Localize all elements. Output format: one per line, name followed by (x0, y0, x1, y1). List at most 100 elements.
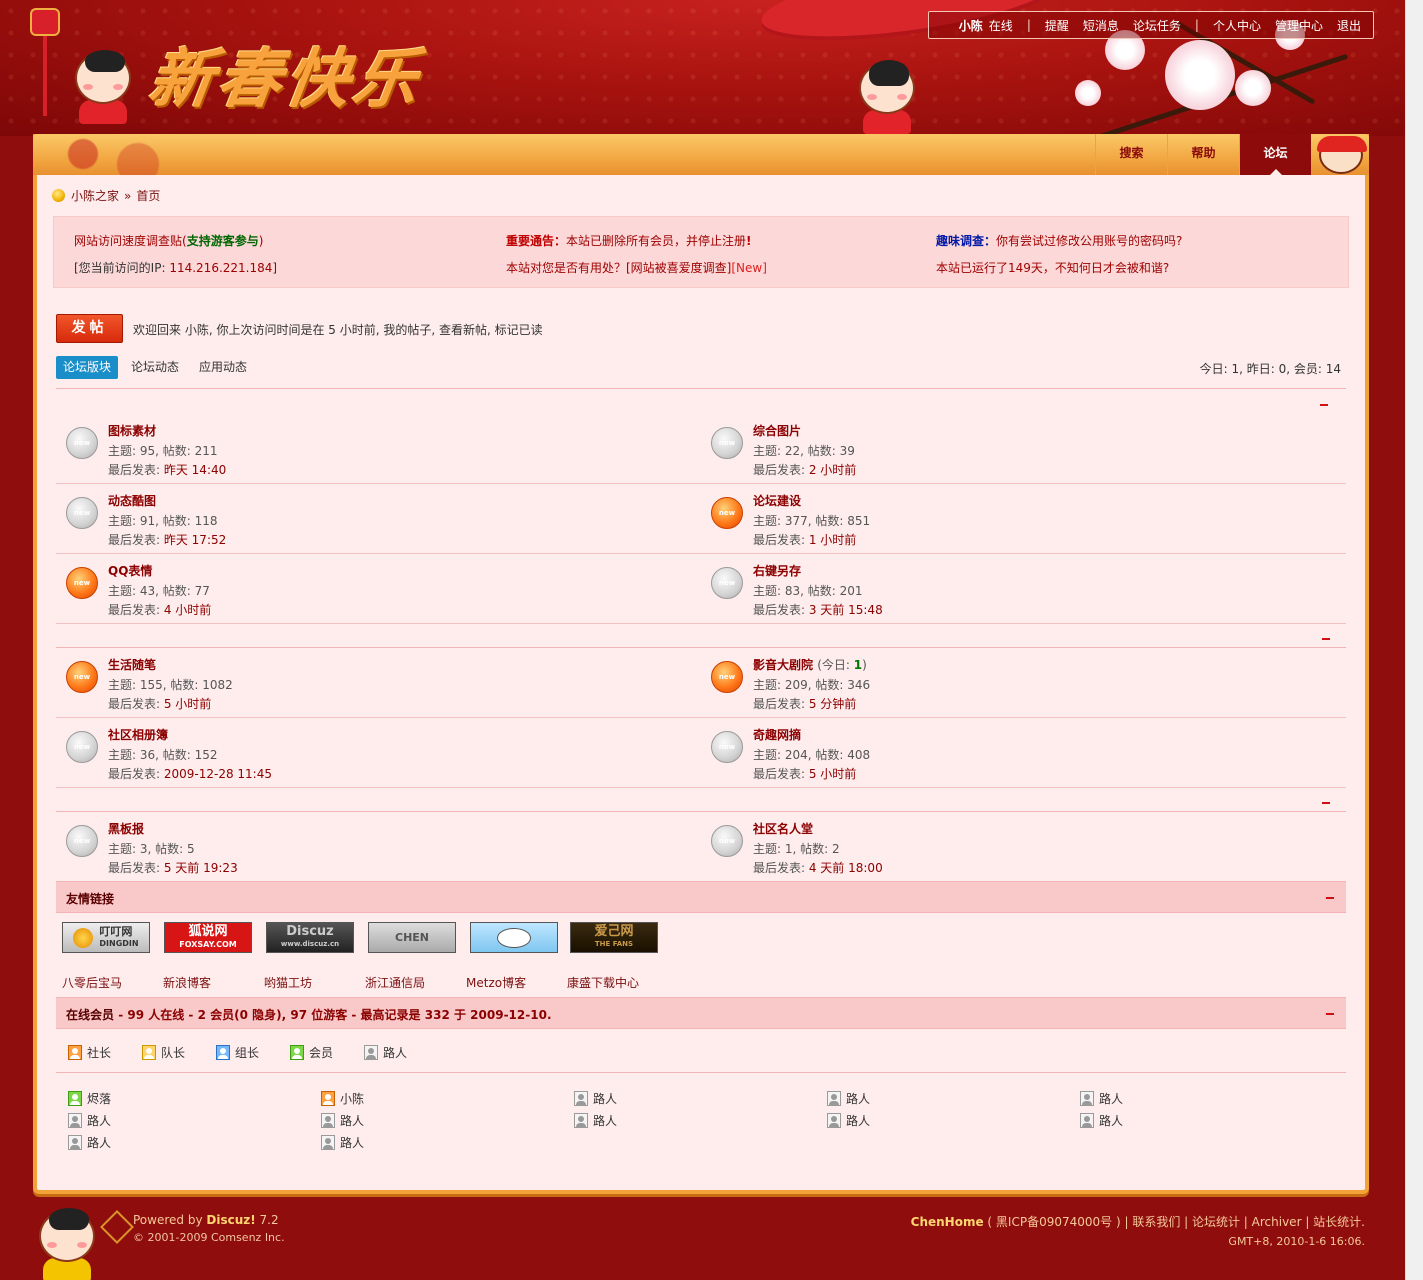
forum-cell[interactable]: new 动态酷图 主题: 91, 帖数: 118 最后发表: 昨天 17:52 (56, 486, 696, 552)
forum-cell[interactable]: new 社区相册簿 主题: 36, 帖数: 152 最后发表: 2009-12-28 … (56, 720, 696, 786)
link-logo-pig[interactable] (470, 922, 558, 953)
profile-link[interactable]: 个人中心 (1213, 17, 1261, 34)
tab-app-activity[interactable]: 应用动态 (192, 356, 254, 379)
forum-cell[interactable]: new 奇趣网摘 主题: 204, 帖数: 408 最后发表: 5 小时前 (701, 720, 1341, 786)
online-user[interactable]: 路人 (574, 1112, 617, 1129)
online-user[interactable]: 路人 (1080, 1112, 1123, 1129)
online-user[interactable]: 路人 (827, 1112, 870, 1129)
user-role-icon (574, 1091, 588, 1106)
new-posts-link[interactable]: 查看新帖, (439, 323, 491, 337)
collapse-icon[interactable] (1322, 638, 1330, 640)
forum-name-link[interactable]: 右键另存 (753, 562, 801, 579)
forum-status-icon: new (711, 567, 743, 599)
discuz-link[interactable]: Discuz! (206, 1213, 255, 1227)
link-logo-fans[interactable]: 爱己网 THE FANS (570, 922, 658, 953)
text-link[interactable]: 浙江通信局 (365, 974, 425, 991)
link-logo-chen[interactable]: CHEN (368, 922, 456, 953)
forum-name-link[interactable]: 奇趣网摘 (753, 726, 801, 743)
tab-forum-boards[interactable]: 论坛版块 (56, 356, 119, 379)
row-divider (56, 483, 1346, 484)
forum-cell[interactable]: new 黑板报 主题: 3, 帖数: 5 最后发表: 5 天前 19:23 (56, 814, 696, 880)
forum-name-link[interactable]: 影音大剧院 (今日: 1) (753, 656, 867, 673)
logout-link[interactable]: 退出 (1337, 17, 1361, 34)
text-link[interactable]: 哟猫工坊 (264, 974, 312, 991)
collapse-icon[interactable] (1320, 404, 1328, 406)
forum-cell[interactable]: new 综合图片 主题: 22, 帖数: 39 最后发表: 2 小时前 (701, 416, 1341, 482)
forum-cell[interactable]: new 图标素材 主题: 95, 帖数: 211 最后发表: 昨天 14:40 (56, 416, 696, 482)
link-logo-discuz[interactable]: Discuz www.discuz.cn (266, 922, 354, 953)
forum-status-icon: new (66, 661, 98, 693)
tasks-link[interactable]: 论坛任务 (1133, 17, 1181, 34)
forum-cell[interactable]: new QQ表情 主题: 43, 帖数: 77 最后发表: 4 小时前 (56, 556, 696, 622)
forum-name-link[interactable]: 社区相册簿 (108, 726, 168, 743)
link-logo-foxsay[interactable]: 狐说网 FOXSAY.COM (164, 922, 252, 953)
link-logo-dingdin[interactable]: 叮叮网 DINGDIN (62, 922, 150, 953)
forum-name-link[interactable]: 社区名人堂 (753, 820, 813, 837)
remind-link[interactable]: 提醒 (1045, 17, 1069, 34)
menu-help[interactable]: 帮助 (1167, 134, 1239, 175)
announcement-fun[interactable]: 趣味调查：你有尝试过修改公用账号的密码吗? (936, 232, 1182, 249)
baby-mascot-icon (72, 50, 134, 124)
username-link[interactable]: 小陈 (959, 17, 983, 34)
user-role-icon (142, 1045, 156, 1060)
forum-stats: 主题: 91, 帖数: 118 (108, 514, 218, 528)
forum-name-link[interactable]: 生活随笔 (108, 656, 156, 673)
nav-separator: | (1194, 18, 1199, 32)
forum-status-icon: new (66, 497, 98, 529)
menu-forum[interactable]: 论坛 (1239, 134, 1311, 175)
forum-cell[interactable]: new 社区名人堂 主题: 1, 帖数: 2 最后发表: 4 天前 18:00 (701, 814, 1341, 880)
forum-cell[interactable]: new 右键另存 主题: 83, 帖数: 201 最后发表: 3 天前 15:48 (701, 556, 1341, 622)
online-user[interactable]: 路人 (68, 1134, 111, 1151)
nav-separator: | (1026, 18, 1031, 32)
forum-name-link[interactable]: 图标素材 (108, 422, 156, 439)
forum-cell[interactable]: new 影音大剧院 (今日: 1) 主题: 209, 帖数: 346 最后发表: 5 … (701, 650, 1341, 716)
user-role-icon (1080, 1113, 1094, 1128)
menu-search[interactable]: 搜索 (1095, 134, 1167, 175)
tab-forum-activity[interactable]: 论坛动态 (124, 356, 186, 379)
online-user[interactable]: 路人 (321, 1112, 364, 1129)
text-link[interactable]: 康盛下载中心 (567, 974, 639, 991)
online-user[interactable]: 路人 (574, 1090, 617, 1107)
announcement-useful[interactable]: 本站对您是否有用处？[网站被喜爱度调查][New] (506, 259, 767, 276)
text-link[interactable]: 八零后宝马 (62, 974, 122, 991)
forum-cell[interactable]: new 论坛建设 主题: 377, 帖数: 851 最后发表: 1 小时前 (701, 486, 1341, 552)
collapse-icon[interactable] (1326, 897, 1334, 899)
footer-brand-link[interactable]: ChenHome (911, 1215, 984, 1229)
role-legend-item: 会员 (290, 1044, 333, 1061)
forum-name-link[interactable]: 论坛建设 (753, 492, 801, 509)
text-link[interactable]: Metzo博客 (466, 974, 526, 991)
forum-name-link[interactable]: 黑板报 (108, 820, 144, 837)
online-user[interactable]: 烬落 (68, 1090, 111, 1107)
forum-name-link[interactable]: 综合图片 (753, 422, 801, 439)
online-user[interactable]: 路人 (68, 1112, 111, 1129)
home-dot-icon (52, 189, 65, 202)
new-post-button[interactable]: 发帖 (56, 314, 123, 343)
collapse-icon[interactable] (1322, 802, 1330, 804)
collapse-icon[interactable] (1326, 1013, 1334, 1015)
forum-cell[interactable]: new 生活随笔 主题: 155, 帖数: 1082 最后发表: 5 小时前 (56, 650, 696, 716)
role-legend-item: 组长 (216, 1044, 259, 1061)
online-user[interactable]: 路人 (1080, 1090, 1123, 1107)
footer-powered: Powered by Discuz! 7.2 © 2001-2009 Comse… (133, 1213, 285, 1244)
forum-status-icon: new (711, 661, 743, 693)
announcement-notice[interactable]: 重要通告：本站已删除所有会员，并停止注册! (506, 232, 752, 249)
group-divider (56, 811, 1346, 812)
mark-read-link[interactable]: 标记已读 (495, 323, 543, 337)
page-scrollbar[interactable] (1405, 0, 1423, 1280)
my-posts-link[interactable]: 我的帖子, (383, 323, 435, 337)
announcement-survey[interactable]: 网站访问速度调查贴(支持游客参与) (74, 232, 263, 249)
breadcrumb-home[interactable]: 小陈之家 (71, 187, 119, 204)
footer-links[interactable]: ( 黑ICP备09074000号 ) | 联系我们 | 论坛统计 | Archi… (984, 1215, 1365, 1229)
site-logo[interactable]: 新春快乐 (144, 28, 429, 120)
forum-name-link[interactable]: QQ表情 (108, 562, 152, 579)
online-user[interactable]: 路人 (827, 1090, 870, 1107)
online-user[interactable]: 小陈 (321, 1090, 364, 1107)
text-link[interactable]: 新浪博客 (163, 974, 211, 991)
group-divider (56, 388, 1346, 389)
row-divider (56, 717, 1346, 718)
online-user[interactable]: 路人 (321, 1134, 364, 1151)
messages-link[interactable]: 短消息 (1083, 17, 1119, 34)
forum-name-link[interactable]: 动态酷图 (108, 492, 156, 509)
main-navbar: 搜索 帮助 论坛 (33, 134, 1369, 175)
admin-link[interactable]: 管理中心 (1275, 17, 1323, 34)
